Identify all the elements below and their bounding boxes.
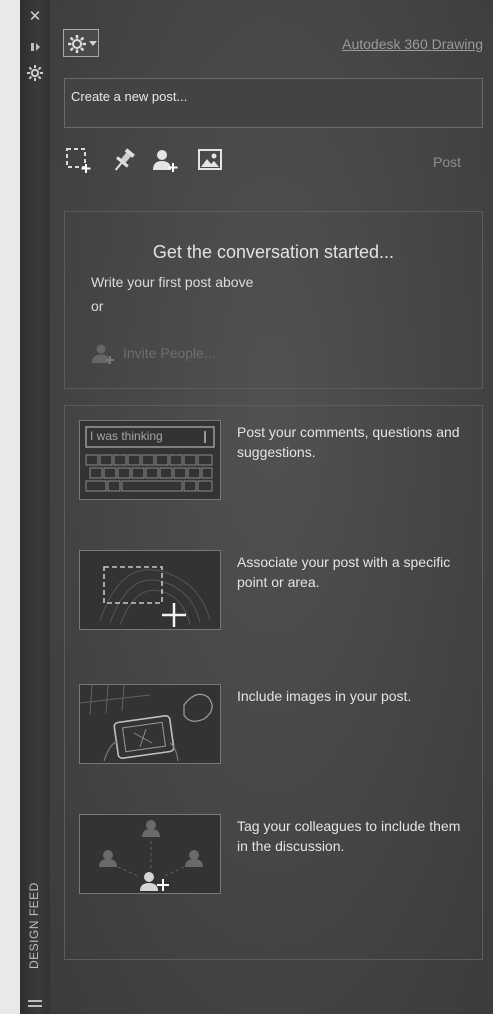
- add-person-icon[interactable]: [151, 146, 179, 174]
- image-icon[interactable]: [196, 146, 224, 174]
- conversation-intro: Get the conversation started... Write yo…: [64, 211, 483, 389]
- tip-text-tag: Tag your colleagues to include them in t…: [237, 818, 461, 854]
- settings-small-icon[interactable]: [26, 64, 44, 82]
- menu-lines-icon[interactable]: [28, 996, 42, 1007]
- pin-panel-icon[interactable]: [26, 38, 44, 56]
- drawing-title-link[interactable]: Autodesk 360 Drawing: [342, 36, 483, 52]
- chevron-down-icon: [89, 41, 97, 46]
- palette-title: DESIGN FEED: [27, 882, 41, 969]
- select-area-icon[interactable]: [64, 146, 92, 174]
- tip-text-images: Include images in your post.: [237, 688, 412, 704]
- tips-panel: I was thinking Post your comments, quest…: [64, 405, 483, 960]
- area-selection-illustration: [79, 550, 221, 630]
- tip-text-comments: Post your comments, questions and sugges…: [237, 424, 460, 460]
- palette-strip: ✕ DESIGN FEED: [20, 0, 51, 1014]
- keyboard-illustration: I was thinking: [79, 420, 221, 500]
- gear-icon: [68, 35, 86, 53]
- feed-panel: Autodesk 360 Drawing Create a new post..…: [50, 0, 493, 1014]
- invite-people-label: Invite People...: [123, 345, 216, 361]
- tip-image-caption: I was thinking: [90, 429, 163, 443]
- new-post-input[interactable]: Create a new post...: [64, 78, 483, 128]
- intro-subtitle: Write your first post above: [91, 274, 254, 290]
- add-person-icon: [92, 344, 114, 364]
- intro-heading: Get the conversation started...: [152, 242, 395, 262]
- tip-text-associate: Associate your post with a specific poin…: [237, 554, 451, 590]
- close-icon[interactable]: ✕: [26, 8, 44, 26]
- tablet-image-illustration: [79, 684, 221, 764]
- intro-or: or: [91, 298, 104, 314]
- settings-dropdown-button[interactable]: [63, 29, 99, 57]
- tag-colleagues-illustration: [79, 814, 221, 894]
- post-button[interactable]: Post: [433, 154, 461, 170]
- pushpin-icon[interactable]: [110, 146, 138, 174]
- design-feed-window: ✕ DESIGN FEED Autodesk 360 Drawing Creat…: [0, 0, 493, 1014]
